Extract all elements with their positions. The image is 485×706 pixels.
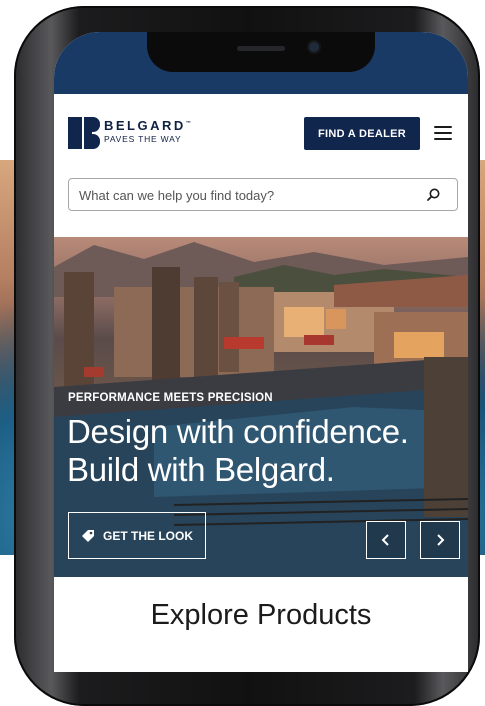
search-bar <box>68 178 458 212</box>
explore-products-section: Explore Products <box>54 577 468 672</box>
carousel-prev-button[interactable] <box>366 521 406 559</box>
hero-headline-line-2: Build with Belgard. <box>67 451 335 488</box>
phone-screen: BELGARD™ PAVES THE WAY FIND A DEALER Wha… <box>54 32 468 672</box>
hero-banner: PERFORMANCE MEETS PRECISION Design with … <box>54 237 468 577</box>
hero-headline-line-1: Design with confidence. <box>67 413 409 450</box>
get-the-look-button[interactable]: GET THE LOOK <box>68 512 206 559</box>
speaker-grille <box>237 46 285 51</box>
explore-products-heading: Explore Products <box>150 599 372 631</box>
hero-headline: Design with confidence. Build with Belga… <box>67 413 457 489</box>
brand-trademark: ™ <box>185 120 194 127</box>
phone-frame: BELGARD™ PAVES THE WAY FIND A DEALER Wha… <box>14 6 480 706</box>
belgard-logo-icon[interactable] <box>68 117 100 149</box>
brand-tagline: PAVES THE WAY <box>104 134 182 144</box>
chevron-right-icon <box>437 534 445 546</box>
brand-logo-text[interactable]: BELGARD™ PAVES THE WAY <box>104 118 193 144</box>
front-camera <box>309 42 319 52</box>
tag-icon <box>82 529 94 542</box>
find-a-dealer-button[interactable]: FIND A DEALER <box>304 117 420 150</box>
site-header: BELGARD™ PAVES THE WAY FIND A DEALER <box>54 94 468 176</box>
brand-name: BELGARD <box>104 118 186 133</box>
search-icon[interactable] <box>425 187 441 203</box>
search-input[interactable] <box>77 179 411 212</box>
status-bar <box>54 32 468 94</box>
get-the-look-label: GET THE LOOK <box>103 528 193 543</box>
carousel-next-button[interactable] <box>420 521 460 559</box>
hero-eyebrow: PERFORMANCE MEETS PRECISION <box>68 392 273 404</box>
hamburger-menu-icon[interactable] <box>434 126 452 140</box>
phone-notch <box>147 32 375 72</box>
chevron-left-icon <box>381 534 389 546</box>
